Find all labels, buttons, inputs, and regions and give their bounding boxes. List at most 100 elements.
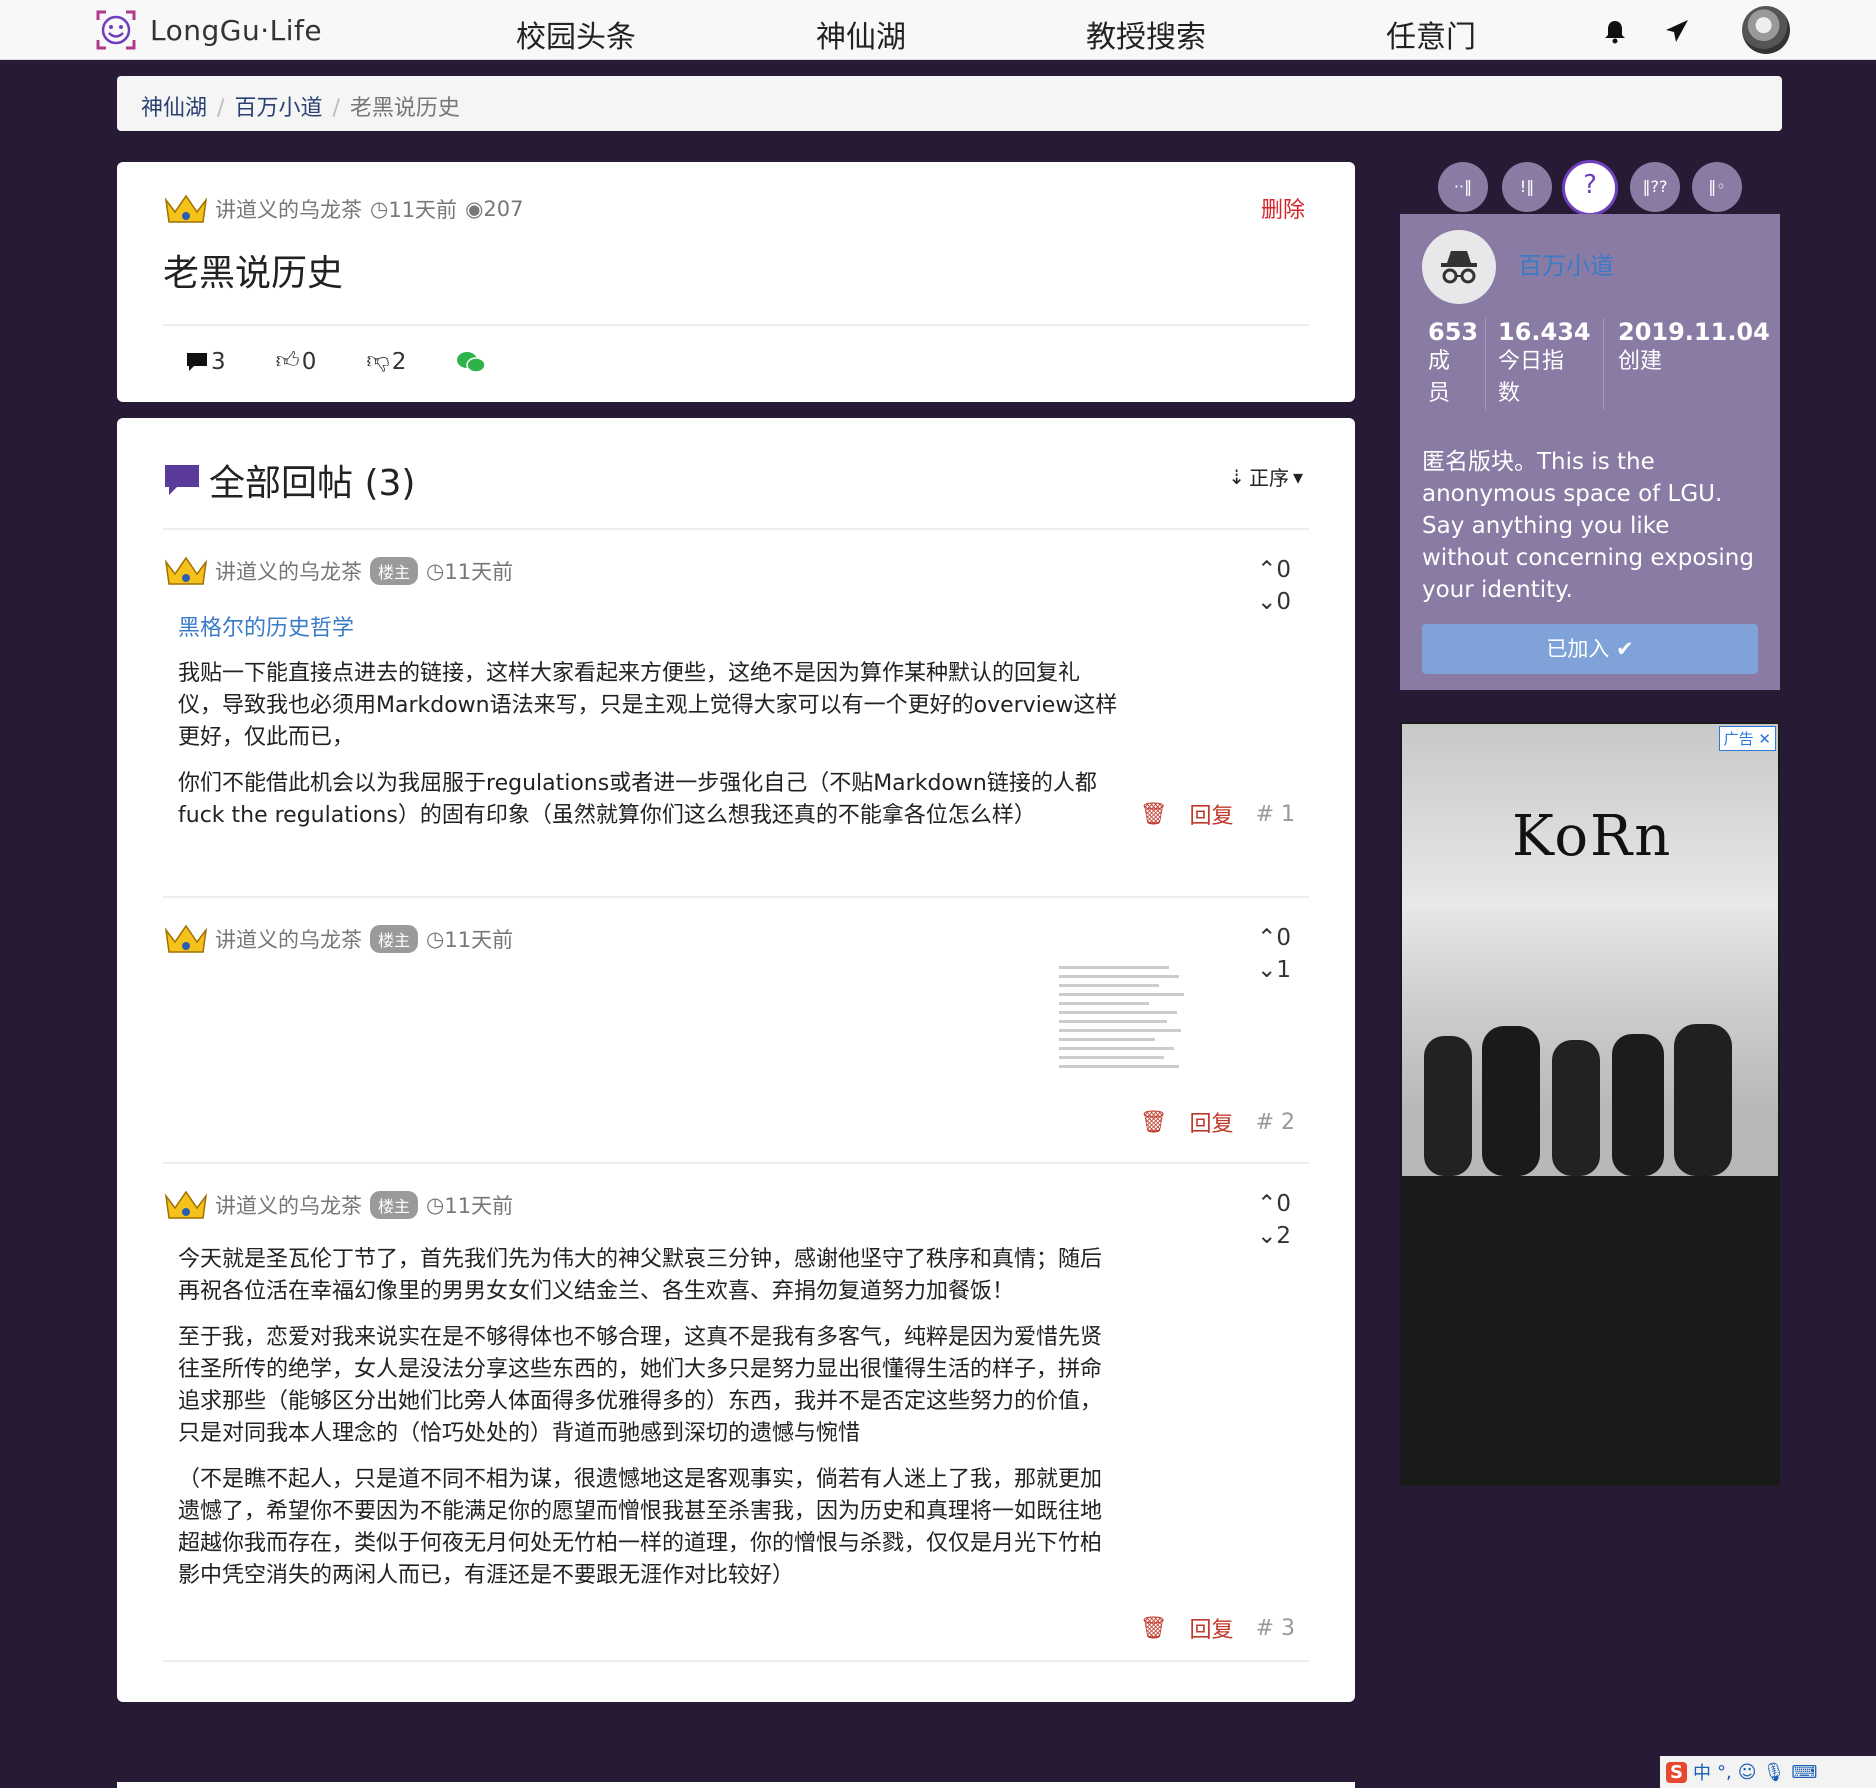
reply-button[interactable]: 回复	[1190, 1612, 1234, 1644]
reply-item: 讲道义的乌龙茶 楼主 ◷ 11天前 ⌃0 ⌄2 今天就是圣瓦伦丁节了，首先我们先为…	[163, 1188, 1309, 1668]
check-icon: ✔	[1616, 637, 1634, 661]
crown-icon	[164, 194, 208, 223]
post-author[interactable]: 讲道义的乌龙茶	[215, 194, 362, 224]
brand-logo[interactable]: LongGu·Life	[94, 8, 322, 52]
footer-edge	[117, 1782, 1355, 1788]
nav-anywhere-door[interactable]: 任意门	[1386, 12, 1476, 56]
board-info-card: 百万小道 653 成员 16.434 今日指数 2019.11.04 创建 匿名…	[1400, 214, 1780, 690]
board-tab[interactable]: !‖	[1502, 162, 1552, 212]
sogou-icon[interactable]: S	[1666, 1761, 1687, 1783]
board-tab[interactable]: ‖◦	[1692, 162, 1742, 212]
post-header-panel: 讲道义的乌龙茶 ◷ 11天前 ◉ 207 删除 老黑说历史 3 👍︎ 0 👎︎ 2	[117, 162, 1355, 402]
upvote-button[interactable]: ⌃0	[1257, 922, 1291, 954]
op-badge: 楼主	[370, 557, 419, 585]
caret-down-icon: ▾	[1292, 464, 1303, 489]
downvote-button[interactable]: ⌄2	[1257, 1220, 1291, 1252]
advertisement[interactable]: KoRn 广告 ✕	[1400, 722, 1780, 1486]
post-time: 11天前	[388, 198, 458, 222]
board-tabs: ··‖ !‖ ? ‖?? ‖◦	[1400, 160, 1780, 216]
clock-icon: ◷	[370, 197, 389, 221]
reply-button[interactable]: 回复	[1190, 798, 1234, 830]
chevron-up-icon: ⌃	[1257, 925, 1277, 951]
mic-icon[interactable]: 🎙︎	[1762, 1762, 1785, 1783]
nav-professor-search[interactable]: 教授搜索	[1086, 12, 1206, 56]
op-badge: 楼主	[370, 925, 419, 953]
reply-button[interactable]: 回复	[1190, 1106, 1234, 1138]
wechat-share-button[interactable]	[456, 350, 487, 374]
upvote-count: 0	[1276, 557, 1291, 583]
joined-label: 已加入	[1546, 637, 1610, 661]
replies-heading: 全部回帖 (3)	[163, 454, 415, 506]
punctuation-icon[interactable]: °,	[1717, 1762, 1732, 1783]
reply-author[interactable]: 讲道义的乌龙茶	[215, 924, 362, 954]
sort-dropdown[interactable]: ⇣ 正序 ▾	[1228, 462, 1303, 491]
trash-icon[interactable]: 🗑︎	[1140, 1616, 1168, 1641]
stat-label: 成员	[1428, 349, 1451, 406]
delete-link[interactable]: 删除	[1261, 192, 1305, 224]
send-icon[interactable]	[1664, 18, 1690, 44]
ad-image[interactable]: KoRn 广告 ✕	[1402, 724, 1778, 1176]
upvote-button[interactable]: ⌃0	[1257, 1188, 1291, 1220]
reply-paragraph: 今天就是圣瓦伦丁节了，首先我们先为伟大的神父默哀三分钟，感谢他坚守了秩序和真情；…	[178, 1247, 1103, 1304]
trash-icon[interactable]: 🗑︎	[1140, 802, 1168, 827]
likes-count: 0	[301, 348, 317, 375]
replies-title: 全部回帖 (3)	[209, 463, 416, 504]
reply-link[interactable]: 黑格尔的历史哲学	[178, 610, 354, 642]
clock-icon: ◷	[426, 559, 445, 583]
stat-value: 2019.11.04	[1618, 318, 1770, 346]
upvote-count: 0	[1276, 1191, 1291, 1217]
comments-count: 3	[211, 348, 226, 375]
ad-band-photo	[1402, 1024, 1778, 1176]
ad-label[interactable]: 广告 ✕	[1718, 726, 1776, 751]
comments-count-button[interactable]: 3	[185, 349, 226, 375]
like-button[interactable]: 👍︎ 0	[276, 348, 317, 375]
board-tab-active[interactable]: ?	[1562, 160, 1618, 216]
trash-icon[interactable]: 🗑︎	[1140, 1110, 1168, 1135]
emoji-icon[interactable]: ☺	[1738, 1762, 1757, 1783]
chevron-down-icon: ⌄	[1257, 589, 1277, 615]
divider	[163, 324, 1309, 326]
stat-value: 16.434	[1498, 318, 1591, 346]
breadcrumb-shenxianhu[interactable]: 神仙湖	[141, 96, 207, 121]
reply-footer: 🗑︎ 回复 # 1	[1140, 798, 1295, 830]
reply-image-thumbnail[interactable]	[1053, 960, 1193, 1090]
post-views: 207	[483, 197, 524, 221]
breadcrumb-current: 老黑说历史	[349, 96, 460, 121]
joined-button[interactable]: 已加入 ✔	[1422, 624, 1758, 674]
divider	[163, 896, 1309, 898]
upvote-button[interactable]: ⌃0	[1257, 554, 1291, 586]
board-tab[interactable]: ··‖	[1438, 162, 1488, 212]
floor-number: # 1	[1255, 801, 1295, 827]
vote-box: ⌃0 ⌄2	[1257, 1188, 1291, 1252]
user-avatar[interactable]	[1742, 6, 1790, 54]
dislike-button[interactable]: 👎︎ 2	[366, 348, 406, 375]
close-icon[interactable]: ✕	[1758, 730, 1771, 748]
reply-body: 今天就是圣瓦伦丁节了，首先我们先为伟大的神父默哀三分钟，感谢他坚守了秩序和真情；…	[178, 1244, 1118, 1606]
sort-label: 正序	[1248, 466, 1289, 490]
downvote-button[interactable]: ⌄0	[1257, 586, 1291, 618]
chevron-down-icon: ⌄	[1257, 1223, 1277, 1249]
board-tab[interactable]: ‖??	[1630, 162, 1680, 212]
stat-created: 2019.11.04 创建	[1604, 318, 1788, 410]
ime-mode[interactable]: 中	[1693, 1759, 1711, 1785]
downvote-count: 0	[1276, 589, 1291, 615]
ime-toolbar: S 中 °, ☺ 🎙︎ ⌨	[1660, 1756, 1876, 1788]
reply-author[interactable]: 讲道义的乌龙茶	[215, 1190, 362, 1220]
reply-item: 讲道义的乌龙茶 楼主 ◷ 11天前 ⌃0 ⌄0 黑格尔的历史哲学 我贴一下能直接点…	[163, 554, 1309, 829]
chevron-up-icon: ⌃	[1257, 557, 1277, 583]
nav-shenxianhu[interactable]: 神仙湖	[816, 12, 906, 56]
vote-box: ⌃0 ⌄1	[1257, 922, 1291, 986]
eye-icon: ◉	[465, 197, 484, 221]
downvote-button[interactable]: ⌄1	[1257, 954, 1291, 986]
floor-number: # 3	[1255, 1615, 1295, 1641]
stat-members: 653 成员	[1400, 318, 1486, 410]
reply-time: 11天前	[444, 928, 514, 952]
nav-campus-news[interactable]: 校园头条	[516, 12, 636, 56]
breadcrumb-board[interactable]: 百万小道	[234, 96, 322, 121]
bell-icon[interactable]	[1602, 18, 1628, 44]
reply-paragraph: 你们不能借此机会以为我屈服于regulations或者进一步强化自己（不贴Mar…	[178, 771, 1097, 828]
keyboard-icon[interactable]: ⌨	[1791, 1762, 1817, 1783]
board-name[interactable]: 百万小道	[1518, 246, 1614, 281]
upvote-count: 0	[1276, 925, 1291, 951]
reply-author[interactable]: 讲道义的乌龙茶	[215, 556, 362, 586]
